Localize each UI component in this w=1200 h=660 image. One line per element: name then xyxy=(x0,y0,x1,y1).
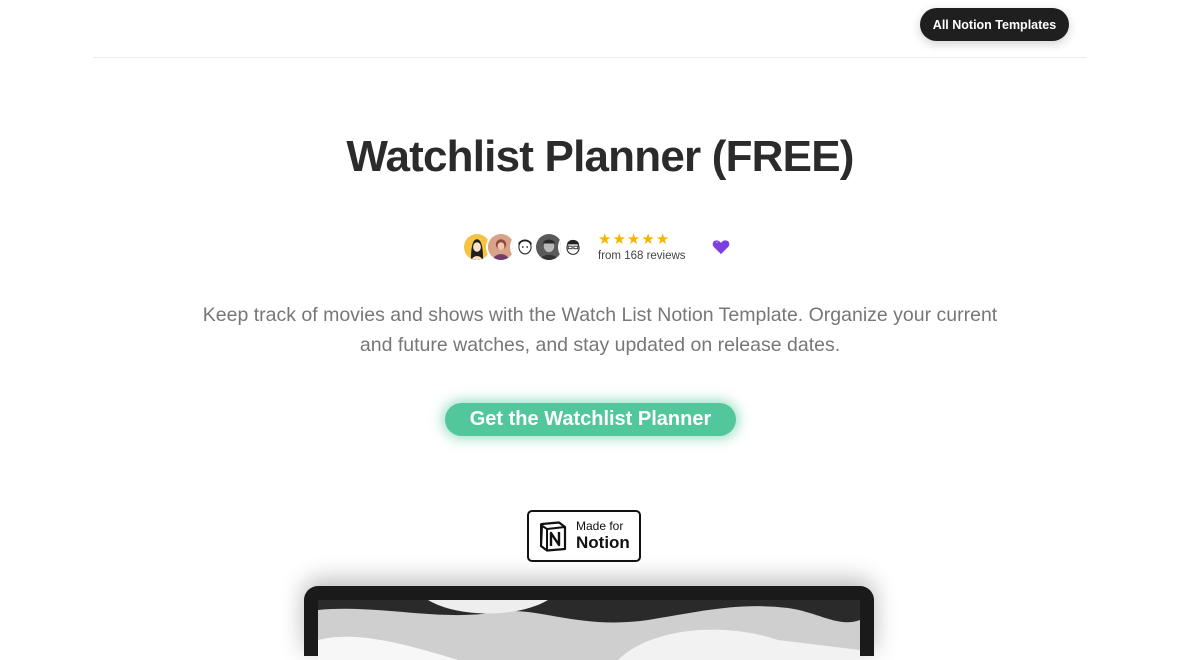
badge-caption: Made for xyxy=(576,519,624,533)
template-preview-image xyxy=(318,600,860,660)
star-icon: ★ xyxy=(655,231,670,248)
page-title: Watchlist Planner (FREE) xyxy=(346,132,854,181)
all-notion-templates-button[interactable]: All Notion Templates xyxy=(920,8,1069,41)
heart-icon xyxy=(712,240,729,255)
review-count: from 168 reviews xyxy=(598,250,686,262)
star-icon: ★ xyxy=(626,231,641,248)
avatar-group xyxy=(462,232,588,262)
get-watchlist-planner-button[interactable]: Get the Watchlist Planner xyxy=(445,403,736,436)
star-rating: ★ ★ ★ ★ ★ xyxy=(598,232,686,247)
laptop-preview xyxy=(304,586,874,660)
made-for-notion-badge: Made for Notion xyxy=(527,510,641,562)
star-icon: ★ xyxy=(641,231,655,248)
rating: ★ ★ ★ ★ ★ from 168 reviews xyxy=(598,232,686,262)
star-icon: ★ xyxy=(598,231,612,248)
avatar xyxy=(558,232,588,262)
description: Keep track of movies and shows with the … xyxy=(202,304,998,356)
social-proof: ★ ★ ★ ★ ★ from 168 reviews xyxy=(462,229,730,265)
star-icon: ★ xyxy=(612,231,626,248)
notion-logo-icon xyxy=(539,521,567,552)
badge-title: Notion xyxy=(576,533,630,552)
